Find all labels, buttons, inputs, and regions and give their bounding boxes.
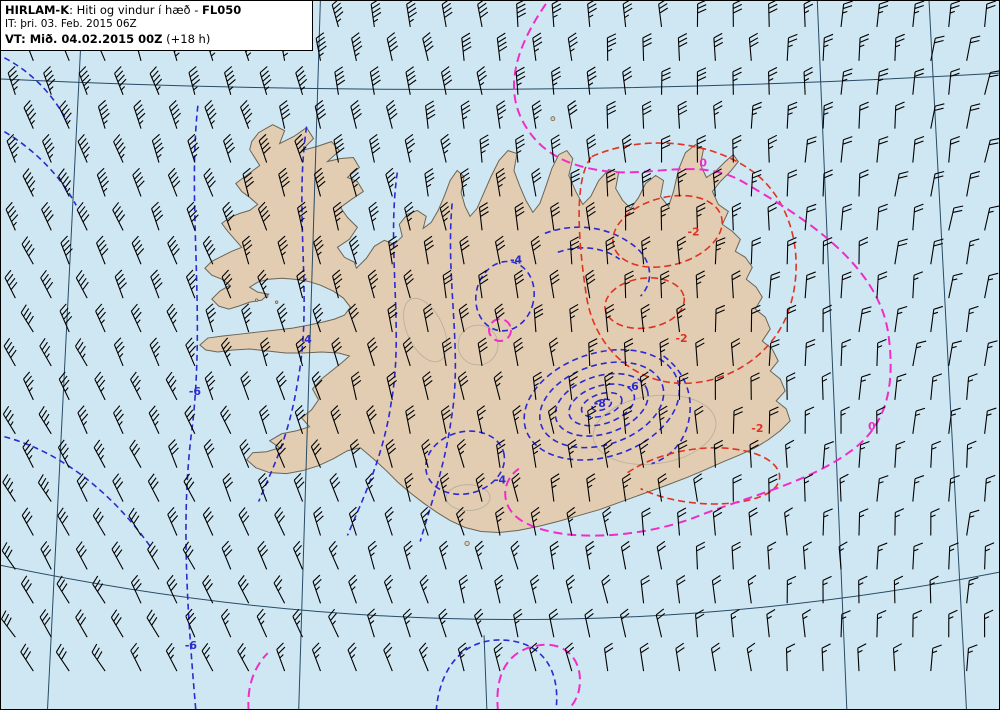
title-text: : Hiti og vindur í hæð -	[69, 3, 203, 17]
contour-label: -6	[627, 380, 640, 393]
meridian-line	[483, 635, 488, 709]
contour-line-negative	[435, 639, 558, 709]
contour-line-zero	[247, 652, 269, 709]
contour-label: -8	[594, 397, 606, 410]
island	[274, 300, 279, 304]
contour-label: 0	[699, 157, 707, 170]
chart-title: HIRLAM-K: Hiti og vindur í hæð - FL050	[5, 3, 306, 18]
contour-label: -4	[510, 253, 523, 266]
valid-time-offset: (+18 h)	[162, 31, 211, 46]
weather-map: 0 0 -2 -2 -2 -4 -4 -6 -4 -6 -8 -6 HIRLAM-K: Hiti og…	[0, 0, 1000, 710]
level-label: FL050	[202, 3, 242, 17]
map-canvas: 0 0 -2 -2 -2 -4 -4 -6 -4 -6 -8 -6	[1, 1, 999, 709]
contour-label: -2	[751, 422, 763, 435]
model-name: HIRLAM-K	[5, 3, 70, 17]
contour-label: -2	[687, 225, 699, 238]
meridian-line	[298, 1, 321, 709]
contour-label: -6	[189, 385, 202, 398]
island	[464, 540, 470, 547]
contour-label: -6	[185, 639, 198, 652]
valid-time: VT: Mið. 04.02.2015 00Z (+18 h)	[5, 32, 306, 47]
contour-line-zero	[496, 643, 581, 709]
contour-label: -2	[676, 332, 688, 345]
island	[550, 116, 556, 122]
contour-line-negative	[185, 105, 199, 709]
contour-line-negative	[3, 130, 77, 206]
init-time: IT: þri. 03. Feb. 2015 06Z	[5, 17, 137, 30]
contour-label: -4	[300, 333, 313, 346]
valid-time-bold: VT: Mið. 04.02.2015 00Z	[5, 31, 163, 46]
iceland-coastline	[199, 124, 791, 533]
contour-label: 0	[868, 420, 876, 433]
contour-label: -4	[494, 474, 507, 487]
title-box: HIRLAM-K: Hiti og vindur í hæð - FL050 I…	[1, 1, 313, 51]
island	[254, 298, 259, 302]
